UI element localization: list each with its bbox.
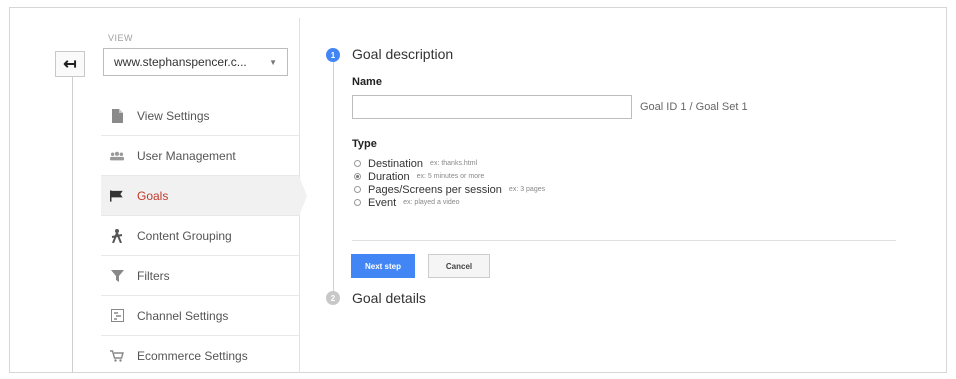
sidebar-item-channel-settings[interactable]: Channel Settings [101,296,299,336]
radio-example: ex: played a video [403,199,460,206]
active-item-pointer [299,176,307,216]
type-label: Type [352,138,377,150]
view-select-value: www.stephanspencer.c... [114,55,247,69]
radio-button[interactable] [354,199,361,206]
sidebar-item-label: User Management [137,148,236,163]
goal-id-text: Goal ID 1 / Goal Set 1 [640,101,748,113]
back-guide-line [72,77,73,373]
person-walking-icon [110,228,124,243]
document-icon [110,108,124,123]
radio-button-selected[interactable] [354,173,361,180]
sidebar-item-label: Goals [137,188,169,203]
sidebar-item-label: Channel Settings [137,308,229,323]
radio-example: ex: 3 pages [508,186,546,193]
sidebar-item-user-management[interactable]: User Management [101,136,299,176]
next-step-button[interactable]: Next step [351,254,415,278]
step-1-badge: 1 [326,48,340,62]
radio-button[interactable] [354,160,361,167]
sidebar-item-goals[interactable]: Goals [101,176,299,216]
radio-pages-screens[interactable]: Pages/Screens per session ex: 3 pages [354,183,545,196]
form-divider [352,240,896,241]
step-1-title: Goal description [352,46,454,62]
steps-line [333,62,334,296]
sidebar-nav: View Settings User Management Goals Cont… [101,96,299,376]
radio-label: Duration [368,170,410,183]
cancel-button[interactable]: Cancel [428,254,490,278]
channel-icon [110,309,124,323]
sidebar-item-ecommerce-settings[interactable]: Ecommerce Settings [101,336,299,376]
users-icon [110,149,124,163]
radio-example: ex: thanks.html [430,160,478,167]
back-arrow-icon: ↤ [63,56,77,73]
radio-label: Event [368,196,397,209]
back-button[interactable]: ↤ [55,51,85,77]
view-label: VIEW [108,33,134,43]
radio-event[interactable]: Event ex: played a video [354,196,545,209]
sidebar-item-label: Content Grouping [137,228,232,243]
radio-label: Pages/Screens per session [368,183,502,196]
view-select[interactable]: www.stephanspencer.c... ▼ [103,48,288,76]
radio-button[interactable] [354,186,361,193]
radio-duration[interactable]: Duration ex: 5 minutes or more [354,170,545,183]
step-2-title: Goal details [352,290,426,306]
sidebar-item-view-settings[interactable]: View Settings [101,96,299,136]
flag-icon [110,189,124,203]
radio-destination[interactable]: Destination ex: thanks.html [354,157,545,170]
sidebar-item-label: Ecommerce Settings [137,349,248,363]
goal-type-radio-group: Destination ex: thanks.html Duration ex:… [354,157,545,209]
sidebar-item-filters[interactable]: Filters [101,256,299,296]
name-label: Name [352,76,382,88]
radio-example: ex: 5 minutes or more [416,173,485,180]
sidebar-item-label: Filters [137,268,170,283]
chevron-down-icon: ▼ [269,58,277,67]
sidebar-item-label: View Settings [137,108,210,123]
goal-name-input[interactable] [352,95,632,119]
sidebar-item-content-grouping[interactable]: Content Grouping [101,216,299,256]
step-2-badge: 2 [326,291,340,305]
cart-icon [110,349,124,363]
radio-label: Destination [368,157,424,170]
filter-icon [110,269,124,283]
